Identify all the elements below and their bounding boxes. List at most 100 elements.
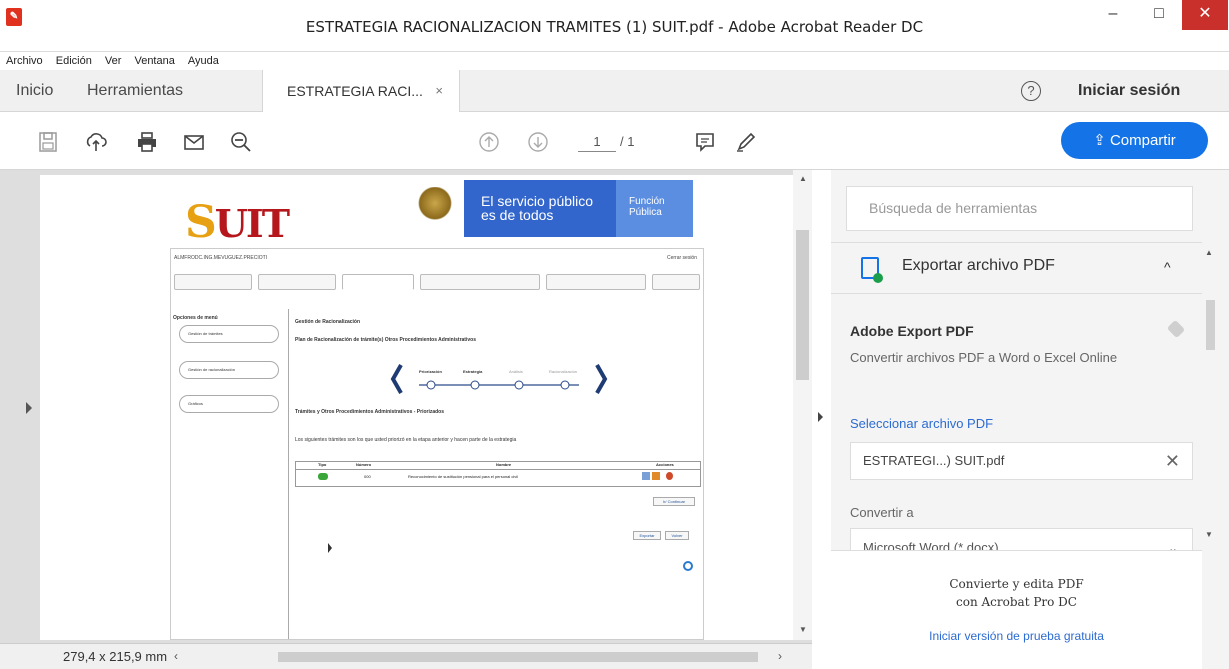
export-pdf-title: Exportar archivo PDF (902, 257, 1055, 274)
pencil-icon (652, 472, 660, 480)
vertical-scrollbar[interactable]: ▲ ▼ (793, 170, 812, 640)
tab-home[interactable]: Inicio (16, 70, 53, 112)
scroll-down-icon[interactable]: ▼ (799, 625, 807, 634)
share-button[interactable]: ⇪ Compartir (1061, 122, 1208, 159)
zoom-out-icon[interactable] (230, 131, 252, 153)
panel-scroll-up-icon[interactable]: ▲ (1205, 248, 1213, 257)
inner-nav-item (652, 274, 700, 290)
maximize-button[interactable]: □ (1136, 0, 1182, 30)
expand-left-panel-icon[interactable] (26, 402, 32, 414)
step-label: Estrategia (463, 369, 483, 374)
adobe-export-description: Convertir archivos PDF a Word o Excel On… (850, 350, 1118, 365)
start-trial-link[interactable]: Iniciar versión de prueba gratuita (831, 629, 1202, 643)
convert-to-label: Convertir a (850, 505, 914, 520)
delete-icon (666, 472, 673, 480)
document-viewer: SUIT El servicio público es de todos Fun… (0, 170, 812, 669)
page-number-input[interactable]: 1 (578, 132, 616, 152)
inner-nav (174, 274, 702, 292)
embedded-screenshot: ALMFRODC.ING.MEVUGUEZ.PRECIOTI Cerrar se… (170, 248, 704, 640)
inner-side-button: Gestión de trámites (179, 325, 279, 343)
mail-icon[interactable] (183, 131, 205, 153)
inner-side-button: Gráficos (179, 395, 279, 413)
table-header: Tipo Número Nombre Acciones (296, 462, 700, 470)
process-steps (390, 364, 608, 394)
pdf-page[interactable]: SUIT El servicio público es de todos Fun… (40, 175, 793, 640)
colombia-emblem-icon (415, 187, 455, 223)
adobe-export-title: Adobe Export PDF (850, 323, 974, 339)
menu-archivo[interactable]: Archivo (6, 52, 43, 70)
menu-ayuda[interactable]: Ayuda (188, 52, 219, 70)
convert-format-value: Microsoft Word (*.docx) (863, 540, 999, 550)
tab-document[interactable]: ESTRATEGIA RACI... × (262, 70, 460, 112)
minimize-button[interactable]: – (1090, 0, 1136, 30)
page-up-icon[interactable] (478, 131, 500, 153)
step-label: Racionalización (549, 369, 578, 374)
page-down-icon[interactable] (527, 131, 549, 153)
menu-edicion[interactable]: Edición (56, 52, 92, 70)
horizontal-scroll-thumb[interactable] (278, 652, 758, 662)
inner-sidebar: Opciones de menú Gestión de trámites Ges… (171, 309, 289, 639)
scroll-left-icon[interactable]: ‹ (174, 649, 178, 663)
menu-bar: Archivo Edición Ver Ventana Ayuda (0, 52, 1229, 70)
tools-search-input[interactable]: Búsqueda de herramientas (846, 186, 1193, 231)
share-label: Compartir (1109, 132, 1176, 149)
selected-file: ESTRATEGI...) SUIT.pdf ✕ (850, 442, 1193, 480)
collapse-right-panel-icon[interactable] (818, 412, 823, 422)
inner-subheading: Plan de Racionalización de trámite(s) Ot… (295, 337, 476, 343)
title-bar: ✎ ESTRATEGIA RACIONALIZACION TRAMITES (1… (0, 0, 1229, 52)
print-icon[interactable] (136, 131, 158, 153)
remove-file-icon[interactable]: ✕ (1165, 443, 1180, 479)
government-banner: El servicio público es de todos (464, 180, 616, 237)
sign-in-link[interactable]: Iniciar sesión (1078, 70, 1180, 112)
menu-ver[interactable]: Ver (105, 52, 122, 70)
comment-icon[interactable] (694, 131, 716, 153)
suit-logo: SUIT (185, 197, 290, 248)
inner-continue-button: Ir/ Continuar (653, 497, 695, 506)
close-tab-icon[interactable]: × (435, 70, 443, 112)
export-pdf-header[interactable]: Exportar archivo PDF ^ (831, 242, 1202, 294)
share-icon: ⇪ (1093, 132, 1110, 149)
inner-nav-item (420, 274, 540, 290)
step-label: Priorización (419, 369, 442, 374)
step-label: Análisis (509, 369, 523, 374)
upload-icon[interactable] (85, 131, 107, 153)
inner-heading: Gestión de Racionalización (295, 319, 361, 325)
section-title: Trámites y Otros Procedimientos Administ… (295, 409, 445, 415)
status-bar: 279,4 x 215,9 mm ‹ › (0, 643, 812, 669)
table-row: 000 Reconocimiento de sustitución pensio… (296, 471, 700, 485)
inner-back-button: Volver (665, 531, 689, 540)
close-window-button[interactable]: ✕ (1182, 0, 1228, 30)
inner-table: Tipo Número Nombre Acciones 000 Reconoci… (295, 461, 701, 487)
scroll-right-icon[interactable]: › (778, 649, 782, 663)
select-pdf-link[interactable]: Seleccionar archivo PDF (850, 416, 993, 431)
scroll-up-icon[interactable]: ▲ (799, 174, 807, 183)
pen-icon[interactable] (735, 131, 757, 153)
inner-nav-item (546, 274, 646, 290)
chevron-down-icon: ⌄ (1167, 541, 1178, 550)
panel-scrollbar[interactable]: ▲ ▼ (1203, 240, 1217, 540)
promo-footer: Convierte y edita PDF con Acrobat Pro DC… (831, 550, 1202, 669)
convert-format-select[interactable]: Microsoft Word (*.docx) ⌄ (850, 528, 1193, 550)
tools-panel: Búsqueda de herramientas Exportar archiv… (831, 170, 1229, 669)
page-total: / 1 (620, 134, 635, 149)
save-icon[interactable] (37, 131, 59, 153)
type-icon (318, 473, 328, 480)
selected-file-name: ESTRATEGI...) SUIT.pdf (863, 453, 1005, 468)
inner-header: ALMFRODC.ING.MEVUGUEZ.PRECIOTI Cerrar se… (174, 255, 697, 261)
inner-export-button: Exportar (633, 531, 661, 540)
inner-nav-item (174, 274, 252, 290)
tab-bar: Inicio Herramientas ESTRATEGIA RACI... ×… (0, 70, 1229, 112)
help-icon[interactable]: ? (1021, 81, 1041, 101)
menu-ventana[interactable]: Ventana (134, 52, 174, 70)
export-pdf-icon (861, 257, 883, 283)
tab-tools[interactable]: Herramientas (87, 70, 183, 112)
toolbar: 1 / 1 ⇪ Compartir (0, 112, 1229, 170)
panel-scroll-down-icon[interactable]: ▼ (1205, 530, 1213, 539)
promo-text: Convierte y edita PDF con Acrobat Pro DC (949, 577, 1084, 609)
panel-scroll-thumb[interactable] (1206, 300, 1215, 350)
scroll-thumb[interactable] (796, 230, 809, 380)
chevron-up-icon[interactable]: ^ (1164, 259, 1171, 275)
funcion-publica-banner: Función Pública (616, 180, 693, 237)
refresh-icon (683, 561, 693, 571)
section-description: Los siguientes trámites son los que uste… (295, 437, 517, 443)
